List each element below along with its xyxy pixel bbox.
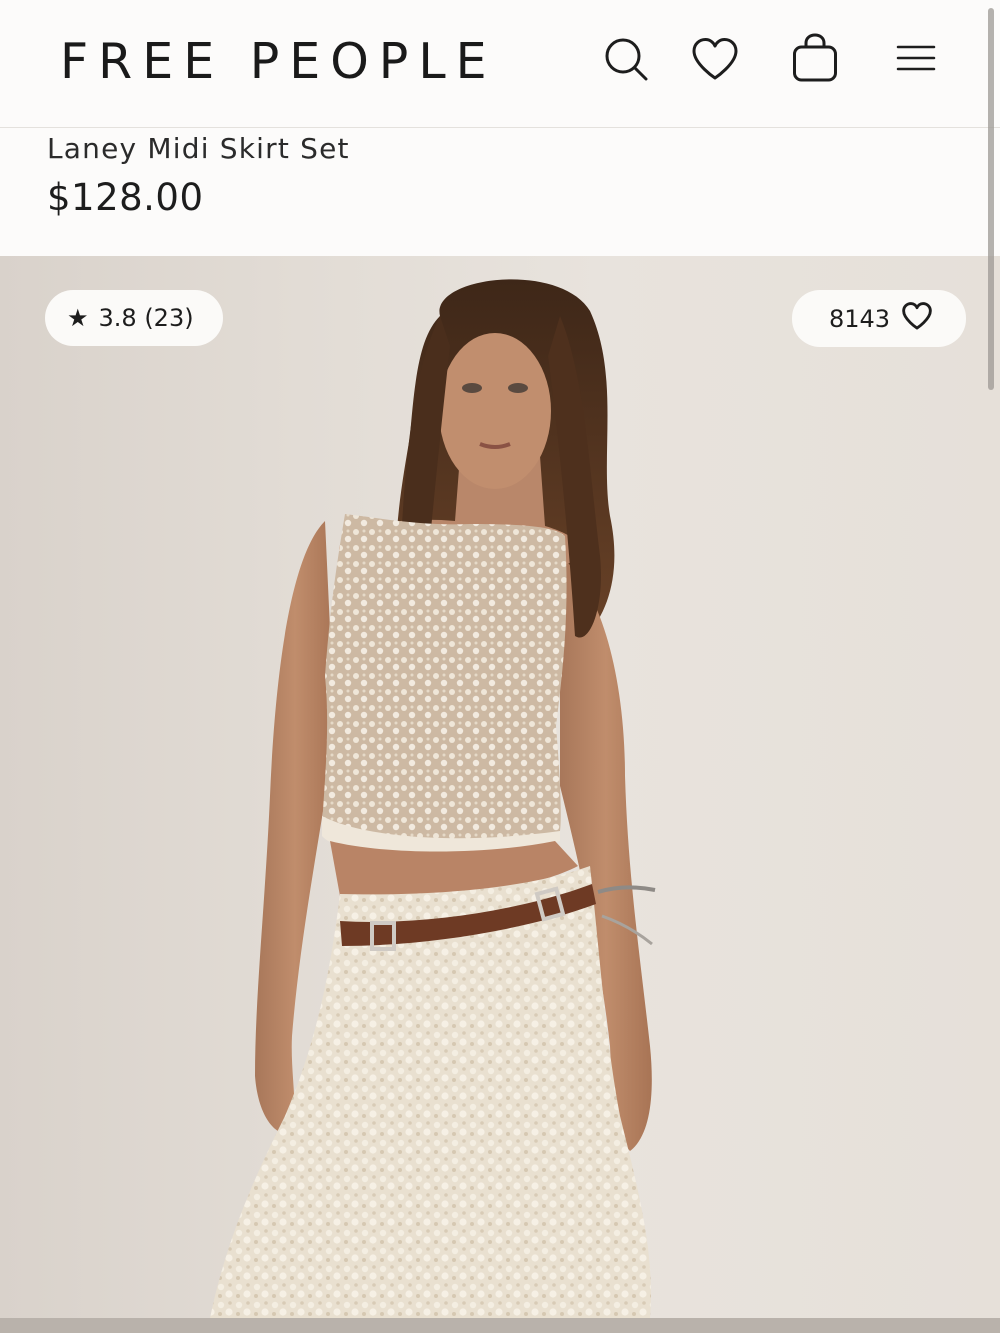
- star-icon: ★: [67, 304, 89, 332]
- favorite-count-button[interactable]: 8143: [792, 290, 966, 347]
- site-header: FREE PEOPLE: [0, 0, 1000, 128]
- rating-badge[interactable]: ★ 3.8 (23): [45, 290, 223, 346]
- heart-icon: [691, 37, 739, 81]
- product-image[interactable]: ★ 3.8 (23) 8143: [0, 256, 1000, 1333]
- product-page: FREE PEOPLE Laney Midi Skirt Set $128.00…: [0, 0, 1000, 1333]
- menu-icon: [896, 44, 936, 74]
- menu-button[interactable]: [892, 34, 940, 84]
- brand-logo[interactable]: FREE PEOPLE: [60, 34, 497, 90]
- rating-text: 3.8 (23): [98, 304, 194, 332]
- search-button[interactable]: [602, 34, 650, 84]
- product-price: $128.00: [47, 176, 204, 219]
- shopping-bag-icon: [791, 33, 839, 83]
- product-photo: [0, 279, 1000, 1333]
- product-title: Laney Midi Skirt Set: [47, 132, 350, 165]
- product-info: Laney Midi Skirt Set $128.00: [0, 128, 1000, 256]
- scrollbar[interactable]: [988, 8, 994, 390]
- search-icon: [603, 36, 649, 82]
- cart-button[interactable]: [791, 32, 839, 84]
- favorite-count: 8143: [829, 304, 891, 333]
- wishlist-button[interactable]: [691, 34, 739, 84]
- heart-icon: [890, 301, 933, 336]
